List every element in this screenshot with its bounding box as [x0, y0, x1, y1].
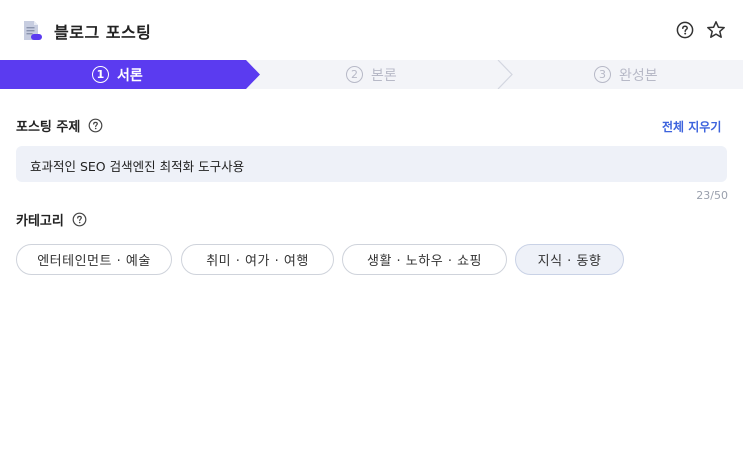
category-label-row: 카테고리 [16, 210, 87, 229]
step-label: 본론 [371, 67, 397, 84]
character-counter: 23/50 [696, 189, 728, 202]
chip-label: 엔터테인먼트 · 예술 [37, 254, 151, 269]
step-number: 2 [346, 66, 363, 83]
category-chip-hobby[interactable]: 취미 · 여가 · 여행 [181, 244, 334, 275]
topic-input[interactable]: 효과적인 SEO 검색엔진 최적화 도구사용 [16, 146, 727, 182]
chip-label: 취미 · 여가 · 여행 [206, 254, 309, 269]
topic-input-value: 효과적인 SEO 검색엔진 최적화 도구사용 [30, 159, 245, 174]
topic-label: 포스팅 주제 [16, 120, 81, 135]
category-chip-living[interactable]: 생활 · 노하우 · 쇼핑 [342, 244, 507, 275]
step-progress-bar: 1 서론 2 본론 3 완성본 [0, 60, 743, 89]
step-separator-chevron [497, 60, 513, 89]
clear-all-link[interactable]: 전체 지우기 [662, 118, 721, 135]
step-body[interactable]: 2 본론 [346, 60, 397, 89]
category-chip-entertainment[interactable]: 엔터테인먼트 · 예술 [16, 244, 172, 275]
app-title: 블로그 포스팅 [54, 23, 152, 42]
step-intro[interactable]: 1 서론 [92, 60, 143, 89]
step-number: 3 [594, 66, 611, 83]
category-label: 카테고리 [16, 214, 64, 229]
question-circle-icon[interactable] [676, 21, 694, 39]
category-chip-knowledge[interactable]: 지식 · 동향 [515, 244, 624, 275]
topic-label-row: 포스팅 주제 [16, 116, 103, 135]
question-circle-icon[interactable] [72, 212, 87, 227]
chip-label: 지식 · 동향 [537, 254, 602, 269]
document-icon [24, 21, 42, 40]
star-outline-icon[interactable] [706, 20, 726, 40]
step-number: 1 [92, 66, 109, 83]
header: 블로그 포스팅 [0, 0, 743, 60]
step-label: 완성본 [619, 67, 658, 84]
chip-label: 생활 · 노하우 · 쇼핑 [366, 254, 482, 269]
step-final[interactable]: 3 완성본 [594, 60, 658, 89]
step-label: 서론 [117, 67, 143, 84]
question-circle-icon[interactable] [88, 118, 103, 133]
